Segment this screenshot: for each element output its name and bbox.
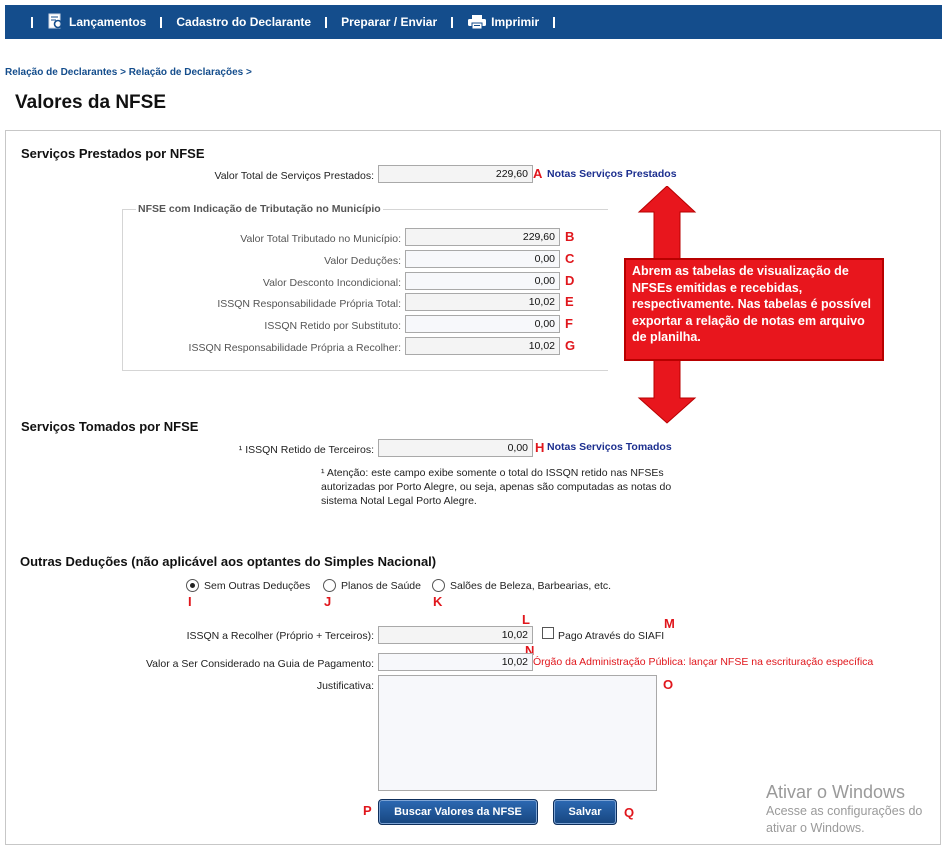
option-label: Sem Outras Deduções: [204, 579, 311, 592]
nav-separator: [325, 16, 328, 28]
marker-g: G: [565, 338, 576, 353]
breadcrumb: Relação de Declarantes > Relação de Decl…: [5, 67, 252, 78]
document-search-icon: [48, 13, 65, 31]
printer-icon: [468, 15, 487, 30]
watermark-line: ativar o Windows.: [766, 821, 865, 835]
siafi-label: Pago Através do SIAFI: [558, 630, 665, 642]
retido-terceiros-label: ¹ ISSQN Retido de Terceiros:: [238, 444, 374, 456]
annotation-callout: Abrem as tabelas de visualização de NFSE…: [624, 258, 884, 361]
marker-i: I: [188, 594, 192, 609]
nav-cadastro-label: Cadastro do Declarante: [176, 15, 312, 29]
marker-e: E: [565, 294, 574, 309]
section-title-prestados: Serviços Prestados por NFSE: [21, 146, 205, 161]
tomados-note-line: ¹ Atenção: este campo exibe somente o to…: [321, 467, 664, 479]
option-label: Planos de Saúde: [341, 579, 421, 592]
marker-m: M: [664, 616, 675, 631]
fieldset-legend: NFSE com Indicação de Tributação no Muni…: [136, 203, 383, 215]
justificativa-label: Justificativa:: [316, 680, 374, 692]
option-label: Salões de Beleza, Barbearias, etc.: [450, 579, 612, 592]
marker-d: D: [565, 273, 575, 288]
issqn-recolher-label: ISSQN a Recolher (Próprio + Terceiros):: [186, 630, 374, 642]
guia-label: Valor a Ser Considerado na Guia de Pagam…: [145, 658, 374, 670]
marker-p: P: [363, 803, 372, 818]
retido-substituto-field[interactable]: [405, 315, 560, 333]
section-title-tomados: Serviços Tomados por NFSE: [21, 419, 199, 434]
notas-prestados-link[interactable]: Notas Serviços Prestados: [547, 168, 677, 180]
tributado-label: Valor Total Tributado no Município:: [240, 233, 401, 245]
marker-q: Q: [624, 805, 635, 820]
page-title: Valores da NFSE: [15, 92, 167, 113]
marker-o: O: [663, 677, 674, 692]
desconto-label: Valor Desconto Incondicional:: [262, 277, 401, 289]
nav-imprimir[interactable]: Imprimir: [467, 14, 539, 30]
nav-preparar[interactable]: Preparar / Enviar: [341, 15, 437, 29]
radio-planos-saude[interactable]: [323, 579, 336, 592]
marker-c: C: [565, 251, 575, 266]
marker-b: B: [565, 229, 575, 244]
watermark-line: Ativar o Windows: [766, 782, 906, 802]
nav-cadastro[interactable]: Cadastro do Declarante: [176, 15, 311, 29]
option-sem-deducoes[interactable]: Sem Outras Deduções: [186, 579, 310, 592]
salvar-button[interactable]: Salvar: [553, 799, 617, 825]
issqn-recolher-field[interactable]: [378, 626, 533, 644]
nav-separator: [553, 16, 556, 28]
tomados-note: ¹ Atenção: este campo exibe somente o to…: [321, 466, 671, 508]
nav-imprimir-label: Imprimir: [491, 15, 540, 29]
nav-separator: [31, 16, 33, 28]
marker-l: L: [522, 612, 530, 627]
resp-propria-total-label: ISSQN Responsabilidade Própria Total:: [217, 298, 401, 310]
watermark-line: Acesse as configurações do: [766, 804, 923, 818]
nav-separator: [160, 16, 163, 28]
radio-sem-deducoes[interactable]: [186, 579, 199, 592]
top-navigation-bar: Lançamentos Cadastro do Declarante Prepa…: [5, 5, 942, 39]
siafi-checkbox[interactable]: [542, 627, 554, 639]
nav-lancamentos-label: Lançamentos: [69, 15, 147, 29]
resp-propria-total-field[interactable]: [405, 293, 560, 311]
retido-substituto-label: ISSQN Retido por Substituto:: [264, 320, 401, 332]
option-saloes[interactable]: Salões de Beleza, Barbearias, etc.: [432, 579, 611, 592]
total-prestados-field[interactable]: [378, 165, 533, 183]
deducoes-field[interactable]: [405, 250, 560, 268]
nav-lancamentos[interactable]: Lançamentos: [47, 13, 146, 31]
option-planos-saude[interactable]: Planos de Saúde: [323, 579, 421, 592]
justificativa-textarea[interactable]: [378, 675, 657, 791]
breadcrumb-separator: >: [120, 67, 126, 78]
nav-separator: [451, 16, 454, 28]
resp-propria-recolher-field[interactable]: [405, 337, 560, 355]
deducoes-label: Valor Deduções:: [324, 255, 401, 267]
resp-propria-recolher-label: ISSQN Responsabilidade Própria a Recolhe…: [188, 342, 401, 354]
breadcrumb-separator: >: [245, 67, 252, 78]
orgao-note: Órgão da Administração Pública: lançar N…: [533, 656, 874, 668]
tomados-note-line: sistema Notal Legal Porto Alegre.: [321, 495, 477, 507]
marker-a: A: [533, 166, 543, 181]
windows-activation-watermark: Ativar o Windows Acesse as configurações…: [766, 781, 922, 837]
marker-k: K: [433, 594, 443, 609]
marker-f: F: [565, 316, 573, 331]
section-title-outras: Outras Deduções (não aplicável aos optan…: [20, 554, 437, 569]
marker-h: H: [535, 440, 545, 455]
nav-preparar-label: Preparar / Enviar: [341, 15, 438, 29]
buscar-valores-button[interactable]: Buscar Valores da NFSE: [378, 799, 538, 825]
tributado-field[interactable]: [405, 228, 560, 246]
marker-j: J: [324, 594, 332, 609]
breadcrumb-declarantes[interactable]: Relação de Declarantes: [5, 67, 117, 78]
radio-saloes[interactable]: [432, 579, 445, 592]
total-prestados-label: Valor Total de Serviços Prestados:: [214, 170, 374, 182]
notas-tomados-link[interactable]: Notas Serviços Tomados: [547, 441, 672, 453]
breadcrumb-declaracoes[interactable]: Relação de Declarações: [129, 67, 244, 78]
tomados-note-line: autorizadas por Porto Alegre, ou seja, a…: [321, 481, 672, 493]
guia-field[interactable]: [378, 653, 533, 671]
retido-terceiros-field[interactable]: [378, 439, 533, 457]
desconto-field[interactable]: [405, 272, 560, 290]
